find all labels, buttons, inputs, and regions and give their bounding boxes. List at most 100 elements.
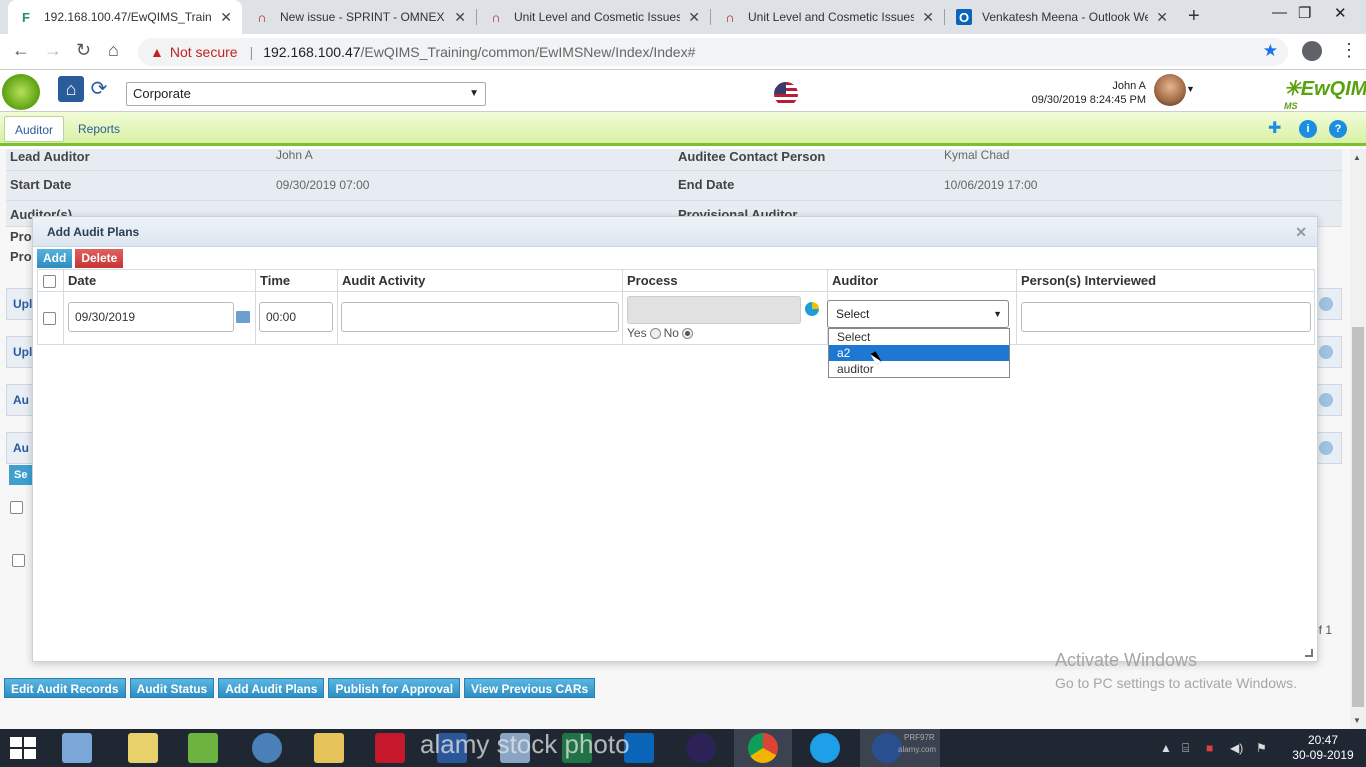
tray-up-icon[interactable]: ▲: [1160, 741, 1172, 755]
expand-icon[interactable]: [1319, 345, 1333, 359]
add-button[interactable]: Add: [37, 249, 73, 268]
nav-auditor[interactable]: Auditor: [4, 116, 65, 142]
row-checkbox[interactable]: [12, 554, 25, 567]
close-icon[interactable]: ✕: [922, 9, 934, 26]
resize-handle[interactable]: [1305, 649, 1313, 657]
caret-down-icon[interactable]: ▼: [1186, 84, 1195, 94]
add-audit-plans-button[interactable]: Add Audit Plans: [218, 678, 325, 698]
security-tray-icon[interactable]: ■: [1206, 741, 1213, 755]
publish-for-approval-button[interactable]: Publish for Approval: [328, 678, 461, 698]
value: Kymal Chad: [944, 148, 1010, 162]
label: Pro: [10, 249, 32, 264]
refresh-icon[interactable]: ⟳: [88, 76, 110, 102]
close-icon[interactable]: ✕: [1156, 9, 1168, 26]
system-clock[interactable]: 20:47 30-09-2019: [1292, 733, 1354, 763]
expand-icon[interactable]: [1319, 393, 1333, 407]
auditor-options-list: Select a2 auditor: [828, 328, 1010, 378]
delete-button[interactable]: Delete: [75, 249, 124, 268]
watermark-site: alamy.com: [898, 745, 937, 754]
browser-tabstrip: F 192.168.100.47/EwQIMS_Trainin ✕ ∩ New …: [0, 0, 1366, 34]
warning-icon: ▲: [150, 44, 164, 60]
persons-interviewed-input[interactable]: [1021, 302, 1311, 332]
home-icon[interactable]: ⌂: [58, 76, 84, 102]
help-icon[interactable]: ?: [1329, 120, 1347, 138]
select-all-checkbox[interactable]: [43, 275, 56, 288]
eclipse-icon[interactable]: [686, 733, 716, 763]
url-bar[interactable]: ▲ Not secure | 192.168.100.47/EwQIMS_Tra…: [138, 38, 1288, 66]
volume-icon[interactable]: ◀): [1230, 741, 1243, 755]
scroll-down-icon[interactable]: ▼: [1353, 716, 1361, 725]
internet-explorer-icon[interactable]: [810, 733, 840, 763]
location-select[interactable]: Corporate ▼: [126, 82, 486, 106]
restore-icon[interactable]: ❐: [1298, 4, 1311, 22]
auditor-select[interactable]: Select ▼: [827, 300, 1009, 328]
paint-icon[interactable]: [62, 733, 92, 763]
process-picker-icon[interactable]: [805, 302, 819, 316]
browser-tab-3[interactable]: ∩ Unit Level and Cosmetic Issues ✕: [712, 0, 944, 34]
back-icon[interactable]: ←: [12, 40, 30, 61]
row-checkbox[interactable]: [10, 501, 23, 514]
snipping-tool-icon[interactable]: [375, 733, 405, 763]
menu-icon[interactable]: ⋮: [1340, 40, 1358, 61]
view-previous-cars-button[interactable]: View Previous CARs: [464, 678, 596, 698]
no-radio[interactable]: [681, 327, 693, 339]
yes-radio[interactable]: [649, 327, 661, 339]
page-scrollbar[interactable]: ▲ ▼: [1350, 149, 1366, 729]
browser-tab-1[interactable]: ∩ New issue - SPRINT - OMNEX IS ✕: [244, 0, 476, 34]
time-input[interactable]: 00:00: [259, 302, 333, 332]
browser-tab-2[interactable]: ∩ Unit Level and Cosmetic Issues ✕: [478, 0, 710, 34]
chart-app-icon[interactable]: [188, 733, 218, 763]
browser-tab-4[interactable]: O Venkatesh Meena - Outlook We ✕: [946, 0, 1178, 34]
close-icon[interactable]: ✕: [688, 9, 700, 26]
yes-label: Yes: [627, 326, 647, 340]
close-icon[interactable]: ✕: [1295, 217, 1307, 247]
close-icon[interactable]: ✕: [220, 9, 232, 26]
section-title: Au: [13, 393, 29, 407]
row-checkbox[interactable]: [43, 312, 56, 325]
avatar[interactable]: [1154, 74, 1186, 106]
windows-activation-watermark: Activate Windows Go to PC settings to ac…: [1055, 650, 1297, 691]
network-icon[interactable]: ⌸: [1182, 741, 1189, 756]
date-input[interactable]: 09/30/2019: [68, 302, 234, 332]
nav-reports[interactable]: Reports: [68, 116, 130, 142]
calendar-icon[interactable]: [236, 311, 250, 323]
chevron-down-icon: ▼: [469, 88, 479, 99]
column-persons-interviewed: Person(s) Interviewed: [1016, 270, 1314, 292]
date-cell: 09/30/2019: [63, 292, 255, 344]
auditor-option[interactable]: a2: [829, 345, 1009, 361]
flag-tray-icon[interactable]: ⚑: [1256, 741, 1267, 755]
language-flag-icon[interactable]: [774, 82, 798, 106]
tab-title: Unit Level and Cosmetic Issues: [514, 10, 681, 24]
chrome-icon[interactable]: [748, 733, 778, 763]
reload-icon[interactable]: ↻: [76, 40, 91, 61]
home-browser-icon[interactable]: ⌂: [108, 40, 119, 61]
file-explorer-icon[interactable]: [314, 733, 344, 763]
close-window-icon[interactable]: ✕: [1334, 4, 1347, 22]
dialog-actions: Add Delete: [37, 249, 124, 268]
user-datetime: 09/30/2019 8:24:45 PM: [1031, 94, 1146, 106]
browser-tab-0[interactable]: F 192.168.100.47/EwQIMS_Trainin ✕: [8, 0, 242, 34]
new-tab-icon[interactable]: +: [1188, 5, 1200, 28]
windows-start-icon[interactable]: [10, 737, 38, 759]
tab-title: 192.168.100.47/EwQIMS_Trainin: [44, 10, 213, 24]
process-field[interactable]: [627, 296, 801, 324]
expand-icon[interactable]: [1319, 297, 1333, 311]
bookmark-star-icon[interactable]: ★: [1263, 41, 1278, 61]
expand-icon[interactable]: [1319, 441, 1333, 455]
compass-icon[interactable]: [252, 733, 282, 763]
profile-icon[interactable]: [1302, 41, 1322, 61]
close-icon[interactable]: ✕: [454, 9, 466, 26]
grid-header: Date Time Audit Activity Process Auditor…: [38, 270, 1314, 292]
sticky-notes-icon[interactable]: [128, 733, 158, 763]
audit-activity-input[interactable]: [341, 302, 619, 332]
forward-icon[interactable]: →: [44, 40, 62, 61]
auditor-option[interactable]: Select: [829, 329, 1009, 345]
info-icon[interactable]: i: [1299, 120, 1317, 138]
scroll-up-icon[interactable]: ▲: [1353, 153, 1361, 162]
edit-audit-records-button[interactable]: Edit Audit Records: [4, 678, 126, 698]
auditor-option[interactable]: auditor: [829, 361, 1009, 377]
audit-status-button[interactable]: Audit Status: [129, 678, 215, 698]
minimize-icon[interactable]: —: [1272, 4, 1287, 21]
pin-icon[interactable]: ✚: [1268, 118, 1281, 138]
scroll-thumb[interactable]: [1352, 327, 1364, 707]
